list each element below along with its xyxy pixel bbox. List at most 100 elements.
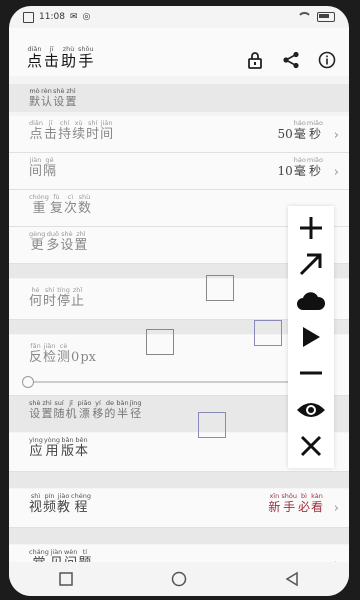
ruby-char: tíng 停 [57,287,70,308]
hanzi-text: 间 [29,164,43,179]
hanzi-text: 应 [29,444,43,459]
hanzi-text: 移 [92,407,104,420]
info-button[interactable] [317,50,337,70]
ruby-char: 0 [71,343,79,364]
remove-point-button[interactable] [294,358,328,388]
ruby-char: jìng 径 [130,400,142,419]
signal-icon [23,11,34,23]
share-icon [283,51,299,69]
hanzi-text: 看 [310,500,323,514]
click-target-marker[interactable] [206,275,234,301]
more-settings-label: gèng 更 duō 多 shè 设 zhì 置 [29,231,87,252]
cloud-button[interactable] [294,286,328,316]
anti-detect-slider-thumb[interactable] [22,376,34,388]
click-target-marker[interactable] [198,412,226,438]
ruby-char: zhǐ 止 [71,287,84,308]
hanzi-text: 版 [60,444,74,459]
hanzi-text: px [80,350,96,365]
ruby-char: hé 何 [29,287,42,308]
hanzi-text: 默 [29,95,40,108]
click-target-marker[interactable] [254,320,282,346]
click-target-marker[interactable] [146,329,174,355]
hanzi-text: 时 [43,294,57,309]
row-interval[interactable]: jiàn 间 gé 隔 10 háo 毫 miǎo 秒 › [9,153,349,190]
hanzi-text: 手 [78,52,94,70]
toggle-visibility-button[interactable] [294,395,328,425]
add-point-button[interactable] [294,213,328,243]
ruby-char: cè 测 [57,343,70,364]
ruby-char: shí 时 [43,287,56,308]
ruby-char: shí 时 [86,120,99,141]
ruby-char: kàn 看 [311,493,323,513]
hanzi-text: 50 [277,127,293,141]
ruby-char: bǎn 版 [61,437,74,458]
ruby-char: diǎn 点 [29,120,43,141]
battery-icon [317,12,335,22]
ruby-char: jiān 间 [100,120,113,141]
ruby-char: běn 本 [75,437,88,458]
chevron-right-icon: › [333,165,339,180]
add-swipe-button[interactable] [294,249,328,279]
hanzi-text: 次 [63,201,77,216]
ruby-char: xīn 新 [268,493,280,513]
stop-when-label: hé 何 shí 时 tíng 停 zhǐ 止 [29,287,84,308]
hanzi-text: 数 [77,201,91,216]
play-icon [303,326,320,347]
hanzi-text: 持 [58,127,72,142]
hanzi-text: 频 [43,500,57,515]
row-video-tutorial[interactable]: shì 视 pín 频 jiào 教 chéng 程 xīn 新 shǒu 手 bì 必 kàn 看 › [9,489,349,528]
row-click-duration[interactable]: diǎn 点 jī 击 chí 持 xù 续 shí 时 jiān 间 50 háo 毫 miǎo 秒 › [9,116,349,153]
plus-icon [300,217,322,240]
ruby-char: jī 击 [44,120,57,141]
ruby-char: shè 设 [60,231,73,252]
interval-value: 10 háo 毫 miǎo 秒 [278,157,323,177]
ruby-char: zhì 置 [66,88,77,107]
circle-icon [171,571,187,587]
ruby-char: miǎo 秒 [307,157,323,177]
ruby-char: fǎn 反 [29,343,42,364]
eye-icon [297,402,325,417]
recent-apps-button[interactable] [56,569,76,589]
ruby-char: zhù 助 [61,46,76,69]
ruby-char: piāo 漂 [78,400,92,419]
page-title: diǎn 点 jī 击 zhù 助 shǒu 手 [27,46,94,69]
ruby-char: pín 频 [43,493,56,514]
hanzi-text: 置 [74,238,88,253]
share-button[interactable] [281,50,301,70]
lock-button[interactable] [245,50,265,70]
ruby-char: gé 隔 [43,157,56,178]
info-icon [318,51,336,69]
status-right [297,12,335,22]
ruby-char: yìng 应 [29,437,43,458]
play-button[interactable] [294,322,328,352]
hanzi-text: 何 [29,294,43,309]
home-button[interactable] [169,569,189,589]
hanzi-text: 助 [61,52,77,70]
settings-status-icon: ◎ [82,12,91,22]
lock-icon [248,52,262,69]
ruby-char: suí 随 [54,400,65,419]
hanzi-text: 手 [283,500,296,514]
cloud-icon [297,291,326,310]
back-button[interactable] [282,569,302,589]
section-divider [9,528,349,544]
ruby-char: yòng 用 [44,437,60,458]
hanzi-text: 间 [100,127,114,142]
hanzi-text: 隔 [43,164,57,179]
hanzi-text: 随 [53,407,65,420]
hanzi-text: 置 [41,407,53,420]
hanzi-text: 检 [43,350,57,365]
close-panel-button[interactable] [294,431,328,461]
ruby-char: jiǎn 检 [43,343,56,364]
hanzi-text: 重 [32,201,46,216]
app-version-label: yìng 应 yòng 用 bǎn 版 běn 本 [29,437,88,458]
ruby-char: gèng 更 [29,231,45,252]
ruby-char: chí 持 [58,120,71,141]
hanzi-text: 必 [297,500,310,514]
app-bar-actions [245,50,337,70]
anti-detect-slider-track[interactable] [29,381,295,383]
ruby-char: fù 复 [50,194,63,215]
hanzi-text: 毫 [293,127,306,141]
triangle-back-icon [285,571,299,587]
hanzi-text: 径 [130,407,142,420]
